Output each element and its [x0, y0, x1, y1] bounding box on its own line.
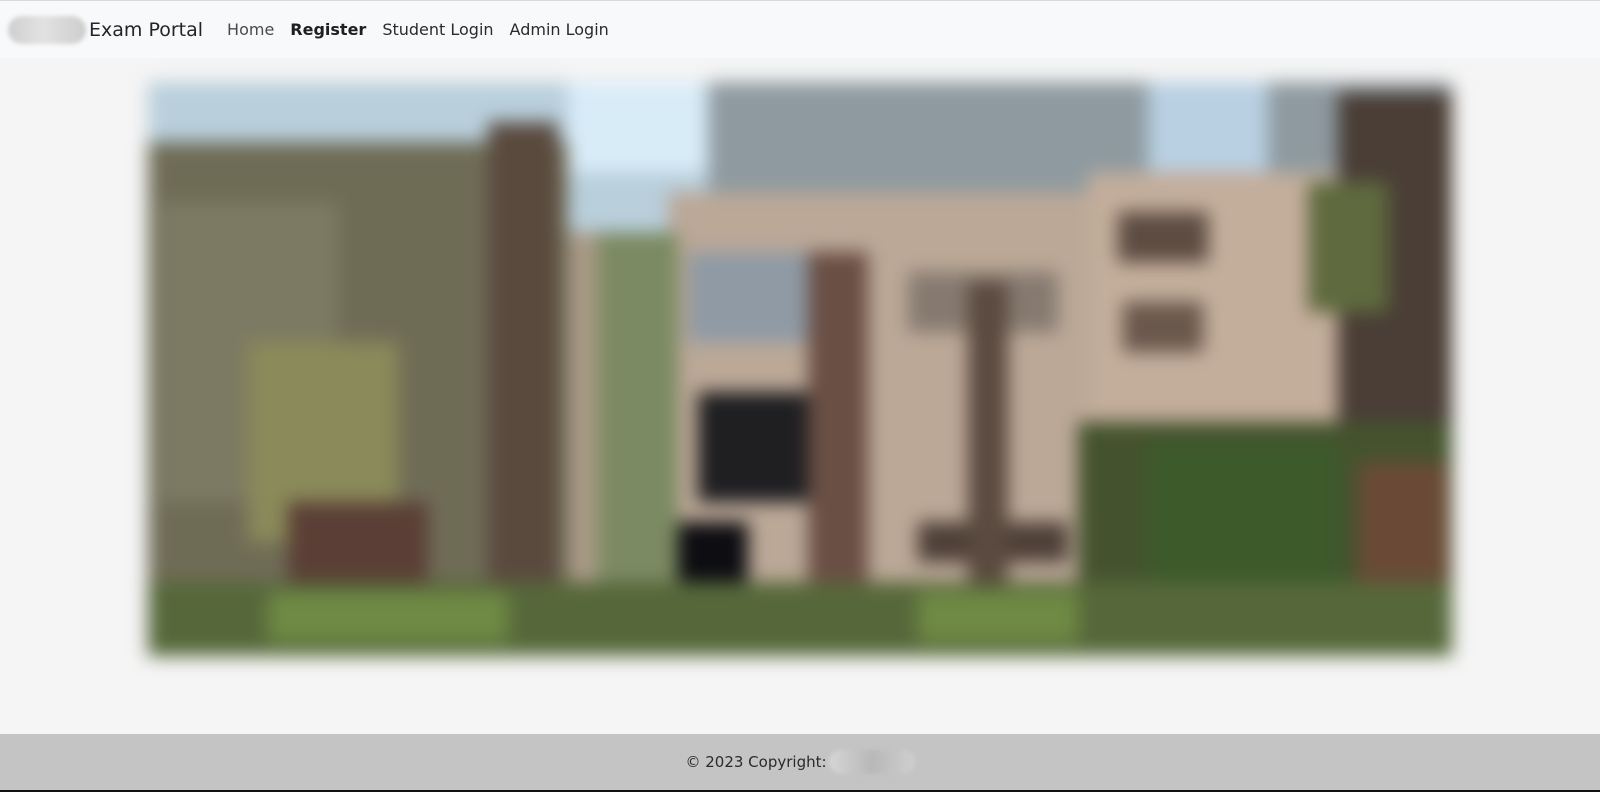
brand-link[interactable]: Exam Portal [8, 15, 204, 44]
nav-links: Home Register Student Login Admin Login [227, 20, 625, 39]
brand-title: Exam Portal [89, 18, 204, 41]
nav-link-student-login[interactable]: Student Login [382, 20, 493, 39]
nav-link-admin-login[interactable]: Admin Login [510, 20, 609, 39]
footer-owner-name[interactable] [828, 750, 915, 774]
navbar: Exam Portal Home Register Student Login … [0, 1, 1600, 58]
brand-logo [8, 15, 86, 44]
footer: © 2023 Copyright: [0, 734, 1600, 790]
page: Exam Portal Home Register Student Login … [0, 0, 1600, 792]
hero-image-container [148, 82, 1452, 656]
footer-copyright: © 2023 Copyright: [685, 753, 827, 771]
hero-campus-image [148, 82, 1452, 656]
nav-link-register[interactable]: Register [290, 20, 366, 39]
nav-link-home[interactable]: Home [227, 20, 274, 39]
